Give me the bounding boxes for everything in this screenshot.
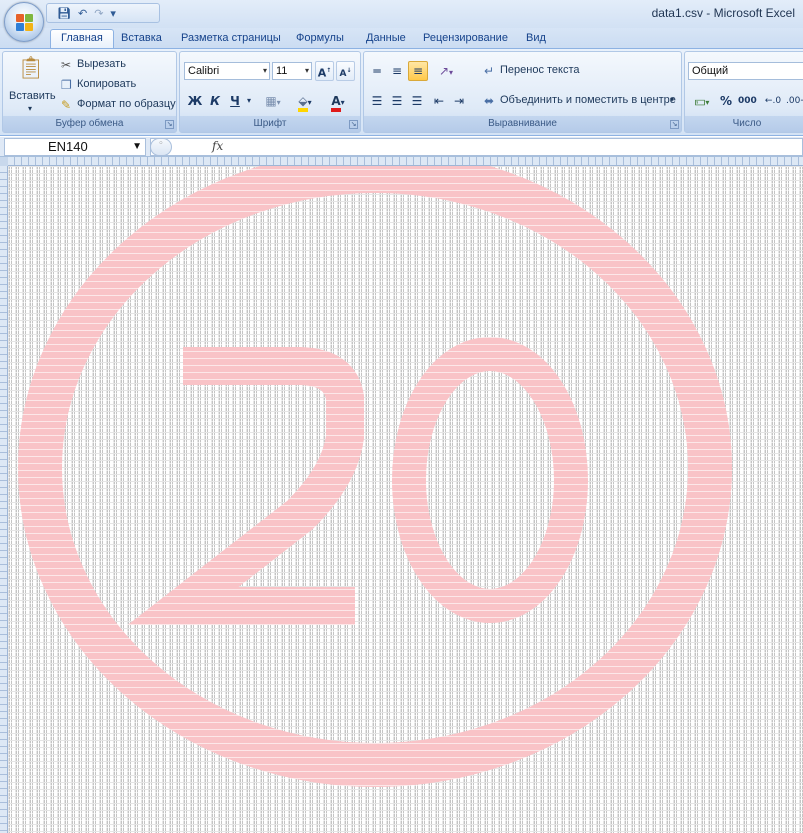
select-all-corner[interactable] (0, 157, 8, 166)
align-center-button[interactable]: ☰ (388, 91, 406, 111)
office-button[interactable] (4, 2, 44, 42)
ribbon-tabs: Главная Вставка Разметка страницы Формул… (0, 28, 803, 49)
merge-center-icon: ⬌ (484, 94, 495, 108)
bold-button[interactable]: Ж (186, 91, 204, 111)
underline-dropdown-icon[interactable]: ▾ (244, 91, 254, 111)
number-format-value: Общий (692, 65, 729, 77)
clipboard-launcher-icon[interactable]: ↘ (165, 120, 174, 129)
thousands-button[interactable]: 000 (737, 91, 757, 111)
font-size-value: 11 (276, 65, 288, 77)
excel-window: 💾︎ ↶ ↷ ▾ data1.csv - Microsoft Excel Гла… (0, 0, 803, 833)
align-top-button[interactable]: ═ (368, 61, 386, 81)
font-launcher-icon[interactable]: ↘ (349, 120, 358, 129)
paste-button[interactable]: Вставить (9, 90, 56, 102)
orientation-button[interactable]: ↗▾ (432, 61, 460, 81)
formula-bar-handle[interactable]: ◦ (150, 138, 172, 156)
name-box[interactable]: EN140 ▼ (4, 138, 146, 156)
align-middle-button[interactable]: ≡ (388, 61, 406, 81)
increase-decimal-icon[interactable]: ←.0 (763, 91, 783, 111)
format-painter-button[interactable]: Формат по образцу (77, 98, 176, 110)
fill-color-icon: ⬙ (298, 94, 308, 112)
window-title: data1.csv - Microsoft Excel (651, 6, 795, 20)
tab-formulas[interactable]: Формулы (296, 30, 344, 48)
format-painter-icon: ✎ (61, 98, 72, 112)
decrease-decimal-icon[interactable]: .00→ (785, 91, 803, 111)
cut-button[interactable]: Вырезать (77, 58, 126, 70)
tab-page-layout[interactable]: Разметка страницы (181, 30, 281, 48)
font-name-value: Calibri (188, 65, 220, 77)
shrink-font-button[interactable]: A↓ (336, 61, 355, 81)
merge-center-button[interactable]: Объединить и поместить в центре (500, 94, 676, 106)
currency-button[interactable]: 💵︎▾ (689, 91, 715, 111)
align-bottom-button[interactable]: ≡ (408, 61, 428, 81)
insert-function-button[interactable]: fx (212, 139, 223, 153)
group-label-alignment: Выравнивание (364, 116, 681, 132)
group-label-font: Шрифт (180, 116, 360, 132)
paste-icon[interactable]: 📋︎ (17, 58, 45, 80)
tab-review[interactable]: Рецензирование (423, 30, 508, 48)
font-color-button[interactable]: A▾ (323, 91, 353, 112)
merge-dropdown-icon[interactable]: ▾ (670, 95, 674, 104)
customize-icon[interactable]: ▾ (110, 8, 116, 19)
formula-input[interactable] (150, 138, 803, 156)
formula-bar: EN140 ▼ ◦ fx (0, 137, 803, 157)
tab-data[interactable]: Данные (366, 30, 406, 48)
tab-home[interactable]: Главная (50, 29, 114, 49)
group-clipboard: 📋︎ Вставить ▾ ✂ Вырезать ❐ Копировать ✎ … (2, 51, 177, 133)
wrap-text-icon: ↵ (484, 64, 495, 78)
worksheet[interactable] (0, 157, 803, 833)
align-right-button[interactable]: ☰ (408, 91, 426, 111)
row-headers[interactable] (0, 166, 8, 833)
borders-button[interactable]: ▦▾ (260, 91, 286, 111)
name-box-value: EN140 (48, 139, 88, 154)
align-left-button[interactable]: ☰ (368, 91, 386, 111)
copy-icon: ❐ (61, 78, 72, 92)
group-label-number: Число (685, 116, 803, 132)
office-logo-icon (16, 14, 34, 32)
group-font: Calibri ▾ 11 ▾ A↑ A↓ Ж К Ч ▾ ▦▾ ⬙▾ A▾ Шр… (179, 51, 361, 133)
group-label-clipboard: Буфер обмена (3, 116, 176, 132)
tab-view[interactable]: Вид (526, 30, 546, 48)
font-color-icon: A (331, 94, 341, 112)
undo-icon[interactable]: ↶ (78, 8, 87, 19)
chevron-down-icon: ▾ (262, 66, 267, 75)
number-format-select[interactable]: Общий (688, 62, 803, 80)
copy-button[interactable]: Копировать (77, 78, 136, 90)
group-alignment: ═ ≡ ≡ ↗▾ ↵ Перенос текста ☰ ☰ ☰ ⇤ ⇥ ⬌ Об… (363, 51, 682, 133)
grow-font-button[interactable]: A↑ (315, 61, 334, 81)
quick-access-toolbar: 💾︎ ↶ ↷ ▾ (46, 3, 160, 23)
underline-button[interactable]: Ч (226, 91, 244, 111)
increase-indent-button[interactable]: ⇥ (450, 91, 468, 111)
cut-icon: ✂ (61, 58, 72, 72)
ribbon: 📋︎ Вставить ▾ ✂ Вырезать ❐ Копировать ✎ … (0, 48, 803, 136)
percent-button[interactable]: % (718, 91, 734, 111)
italic-button[interactable]: К (206, 91, 224, 111)
group-number: Общий 💵︎▾ % 000 ←.0 .00→ Число (684, 51, 803, 133)
redo-icon[interactable]: ↷ (94, 8, 103, 19)
save-icon[interactable]: 💾︎ (57, 8, 71, 19)
column-headers[interactable] (8, 157, 803, 166)
chevron-down-icon: ▼ (132, 141, 142, 152)
paste-dropdown-icon[interactable]: ▾ (28, 104, 32, 113)
wrap-text-button[interactable]: Перенос текста (500, 64, 580, 76)
decrease-indent-button[interactable]: ⇤ (430, 91, 448, 111)
fill-color-button[interactable]: ⬙▾ (290, 91, 320, 112)
cell-dots (8, 166, 803, 833)
alignment-launcher-icon[interactable]: ↘ (670, 120, 679, 129)
font-name-select[interactable]: Calibri ▾ (184, 62, 270, 80)
tab-insert[interactable]: Вставка (121, 30, 162, 48)
chevron-down-icon: ▾ (304, 66, 309, 75)
font-size-select[interactable]: 11 ▾ (272, 62, 312, 80)
title-bar: 💾︎ ↶ ↷ ▾ data1.csv - Microsoft Excel (0, 0, 803, 28)
